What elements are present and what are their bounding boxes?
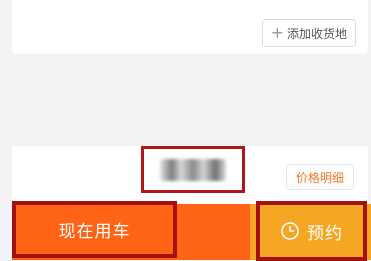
price-card: 价格明细 bbox=[12, 146, 368, 206]
reserve-button[interactable]: 预约 bbox=[250, 201, 371, 261]
price-estimate-highlight bbox=[141, 146, 245, 193]
use-now-highlight: 现在用车 bbox=[12, 201, 177, 258]
plus-icon: + bbox=[270, 23, 284, 42]
reserve-label: 预约 bbox=[307, 223, 343, 244]
bottom-action-bar: 现在用车 预约 bbox=[12, 201, 371, 261]
add-address-button[interactable]: + 添加收货地 bbox=[261, 19, 356, 47]
use-now-button[interactable]: 现在用车 bbox=[12, 201, 250, 260]
reserve-highlight: 预约 bbox=[256, 201, 367, 261]
price-detail-label: 价格明细 bbox=[295, 170, 344, 185]
address-card: + 添加收货地 bbox=[12, 0, 368, 54]
price-estimate-blurred bbox=[160, 158, 226, 181]
use-now-label: 现在用车 bbox=[58, 222, 131, 242]
clock-icon bbox=[281, 222, 299, 240]
add-address-label: 添加收货地 bbox=[286, 26, 347, 41]
price-detail-button[interactable]: 价格明细 bbox=[285, 164, 354, 190]
